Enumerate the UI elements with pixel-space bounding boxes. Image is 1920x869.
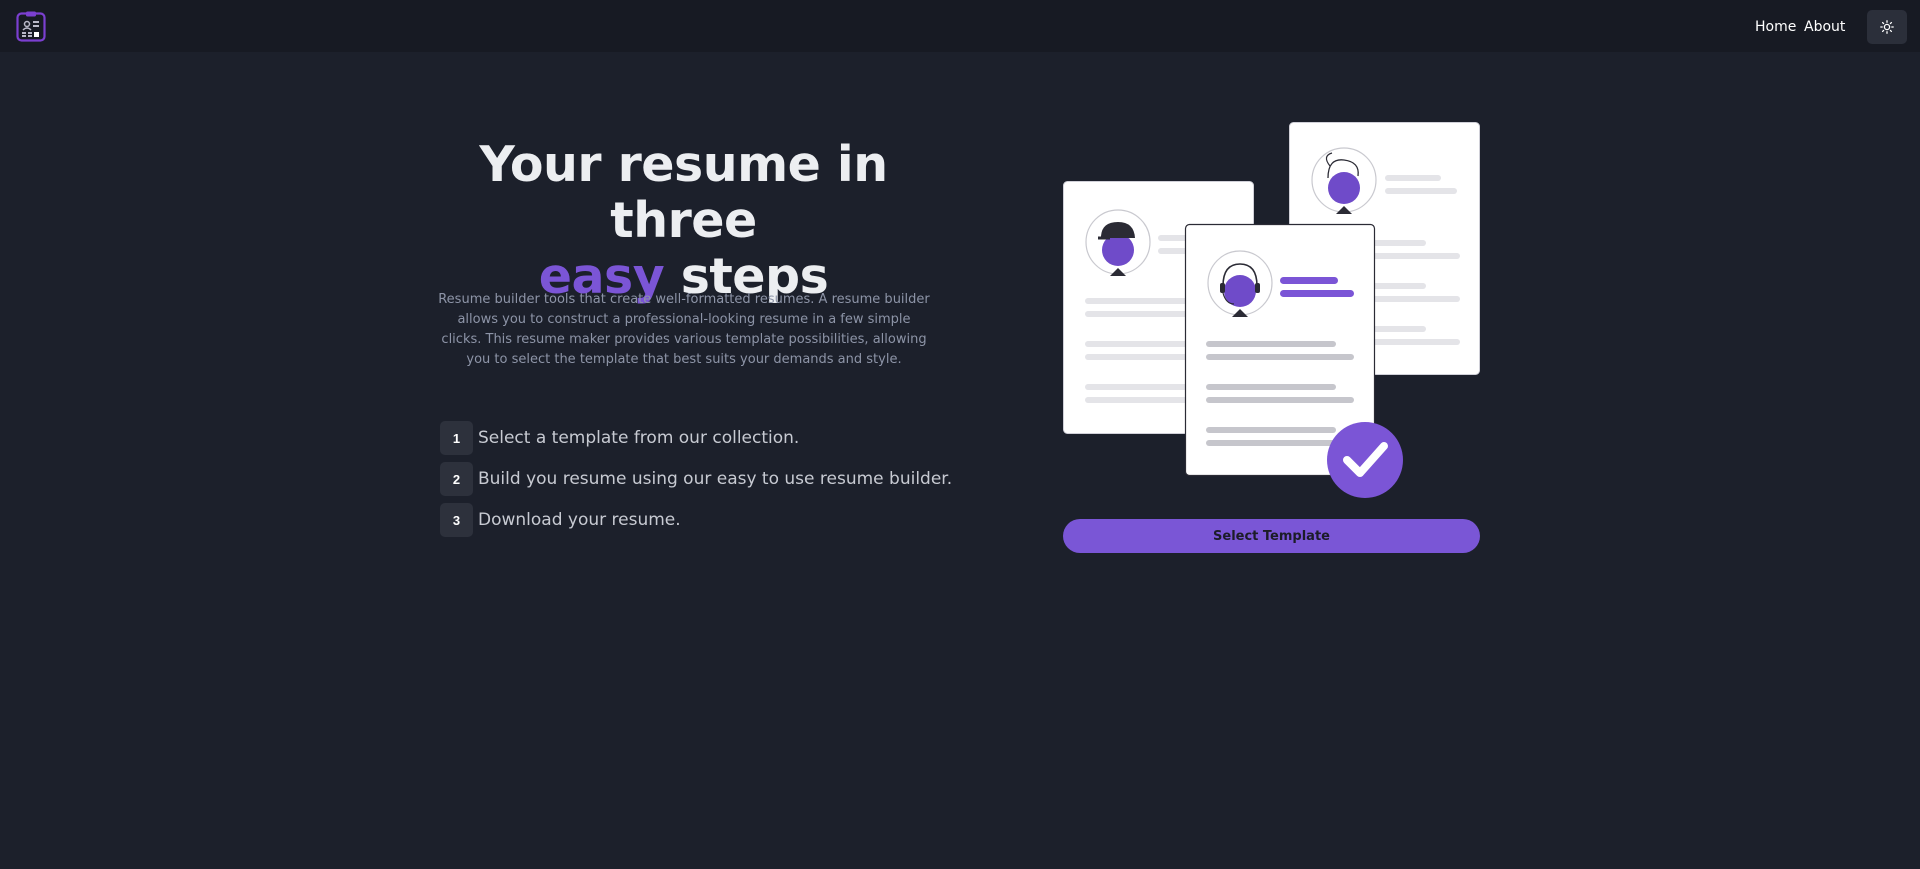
sun-icon (1880, 20, 1894, 34)
step-text: Select a template from our collection. (478, 428, 800, 448)
step-number-badge: 1 (440, 421, 473, 455)
step-item: 3 Download your resume. (440, 503, 681, 537)
nav-home-link[interactable]: Home (1755, 19, 1796, 35)
check-badge-icon (1327, 422, 1403, 498)
step-text: Download your resume. (478, 510, 681, 530)
step-item: 1 Select a template from our collection. (440, 421, 799, 455)
step-item: 2 Build you resume using our easy to use… (440, 462, 952, 496)
step-number-badge: 2 (440, 462, 473, 496)
hero-title-line1: Your resume in three (479, 136, 888, 249)
navbar: Home About (0, 0, 1920, 52)
step-text: Build you resume using our easy to use r… (478, 469, 953, 489)
resume-templates-illustration (1063, 122, 1480, 498)
hero-description: Resume builder tools that create well-fo… (438, 292, 930, 367)
resume-builder-logo-icon[interactable] (16, 11, 46, 42)
hero-title: Your resume in three easy steps (430, 137, 937, 305)
select-template-button[interactable]: Select Template (1063, 519, 1480, 553)
theme-toggle-button[interactable] (1867, 10, 1907, 44)
nav-about-link[interactable]: About (1804, 19, 1845, 35)
step-number-badge: 3 (440, 503, 473, 537)
